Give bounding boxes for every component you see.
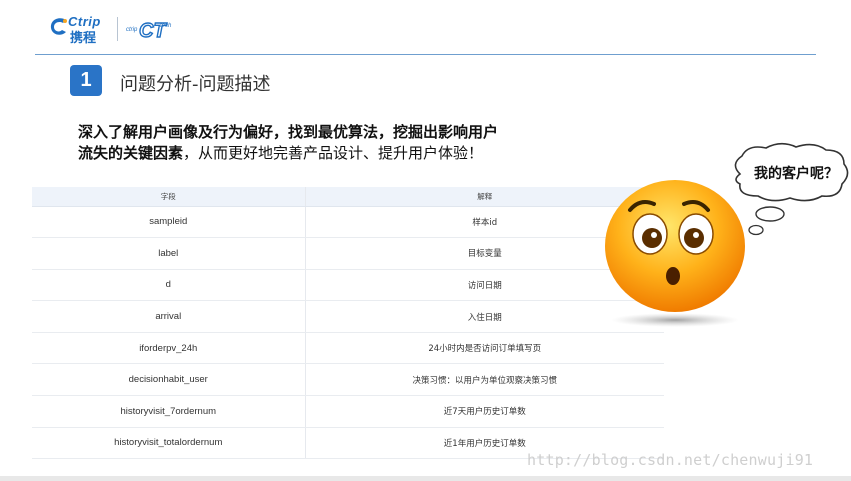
cell-field: label (32, 237, 306, 270)
cell-field: historyvisit_totalordernum (32, 427, 306, 460)
cell-field: d (32, 269, 306, 302)
section-title: 问题分析-问题描述 (120, 74, 271, 95)
header-field: 字段 (32, 187, 306, 207)
cell-field: iforderpv_24h (32, 332, 306, 365)
ct-logo-left-text: ctrip (126, 27, 138, 33)
table-row: historyvisit_7ordernum 近7天用户历史订单数 (32, 395, 664, 428)
ctrip-swirl-icon (50, 18, 67, 35)
cell-field: decisionhabit_user (32, 363, 306, 397)
table-row: arrival 入住日期 (32, 300, 664, 333)
ctrip-logo: Ctrip 携程 (48, 14, 112, 45)
header-divider (35, 54, 816, 55)
ct-logo-right-text: tech (160, 23, 172, 29)
section-number-badge: 1 (70, 65, 102, 96)
table-header-row: 字段 解释 (32, 187, 664, 207)
bottom-scrollbar[interactable] (0, 476, 851, 481)
ctrip-logo-cn: 携程 (70, 30, 97, 45)
cell-meaning: 决策习惯：以用户为单位观察决策习惯 (305, 363, 664, 397)
field-definition-table: 字段 解释 sampleid 样本id label 目标变量 d 访问日期 ar… (32, 187, 664, 460)
table-row: label 目标变量 (32, 237, 664, 270)
cell-field: arrival (32, 300, 306, 333)
ct-tech-logo: ctrip CT tech (126, 19, 172, 42)
table-row: decisionhabit_user 决策习惯：以用户为单位观察决策习惯 (32, 363, 664, 397)
cell-field: sampleid (32, 206, 306, 239)
logo-separator (117, 17, 118, 41)
table-row: sampleid 样本id (32, 206, 664, 239)
table-row: d 访问日期 (32, 269, 664, 302)
thought-bubble-text: 我的客户呢？ (754, 166, 838, 182)
description-normal-text: ，从而更好地完善产品设计、提升用户体验！ (183, 143, 484, 162)
table-row: iforderpv_24h 24小时内是否访问订单填写页 (32, 332, 664, 365)
thought-bubble (734, 142, 849, 236)
description-paragraph: 深入了解用户画像及行为偏好，找到最优算法，挖掘出影响用户流失的关键因素，从而更好… (78, 122, 508, 163)
cell-field: historyvisit_7ordernum (32, 395, 306, 428)
watermark-url: http://blog.csdn.net/chenwuji91 (527, 451, 814, 469)
cell-meaning: 近7天用户历史订单数 (305, 395, 664, 428)
